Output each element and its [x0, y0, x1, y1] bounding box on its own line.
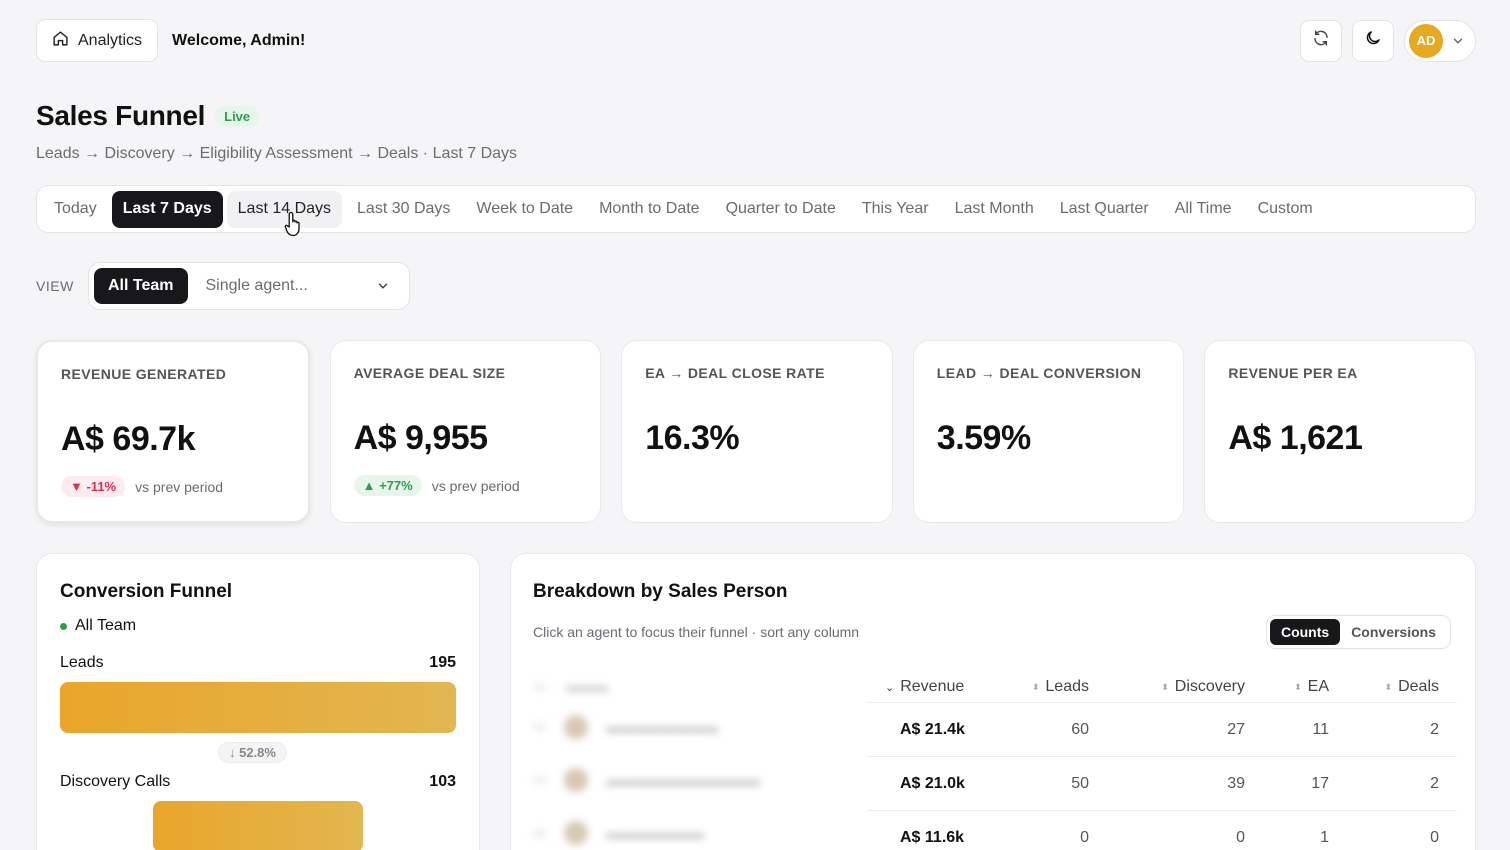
topbar: Analytics Welcome, Admin! AD — [36, 19, 1476, 62]
user-menu[interactable]: AD — [1404, 19, 1476, 62]
range-tab-this-year[interactable]: This Year — [851, 191, 940, 228]
kpi-value: A$ 9,955 — [353, 419, 489, 457]
kpi-card-lead-deal-conversion: LEAD → DEAL CONVERSION 3.59% — [912, 340, 1185, 523]
analytics-label: Analytics — [78, 31, 143, 49]
kpi-value: 16.3% — [645, 419, 740, 457]
col-revenue[interactable]: ⌄ Revenue — [867, 678, 977, 696]
page-title: Sales Funnel — [36, 100, 206, 131]
stage-name: Leads — [60, 654, 104, 671]
col-ea[interactable]: ⬍ EA — [1245, 678, 1329, 696]
kpi-card-ea-deal-close-rate: EA → DEAL CLOSE RATE 16.3% — [621, 340, 893, 523]
kpi-value: A$ 69.7k — [61, 420, 196, 458]
stage-value: 103 — [429, 773, 456, 790]
range-tab-today[interactable]: Today — [43, 191, 108, 228]
sort-icon: ⬍ — [1294, 681, 1302, 692]
toggle-conversions[interactable]: Conversions — [1340, 619, 1447, 645]
refresh-icon — [1312, 29, 1330, 52]
chevron-down-icon[interactable] — [376, 279, 390, 293]
refresh-button[interactable] — [1300, 19, 1342, 62]
theme-toggle-button[interactable] — [1352, 19, 1394, 62]
table-header: ⌄ Revenue ⬍ Leads ⬍ Discovery ⬍ EA ⬍ Deals — [867, 672, 1457, 702]
range-tab-all-time[interactable]: All Time — [1164, 191, 1243, 228]
blurred-agent-column: ▭ ▬▬▬ ▭ ▬▬▬▬▬▬▬▬ ▭ ▬▬▬▬▬▬▬▬▬▬▬ ▭ ▬▬▬▬▬▬▬ — [533, 672, 863, 850]
funnel-stage-discovery: Discovery Calls 103 — [60, 773, 456, 791]
delta-note: vs prev period — [431, 477, 520, 494]
view-selector: All Team Single agent... — [88, 262, 410, 310]
kpi-card-average-deal-size: AVERAGE DEAL SIZE A$ 9,955 ▲ +77% vs pre… — [329, 340, 602, 523]
range-tab-last-month[interactable]: Last Month — [944, 191, 1045, 228]
agent-row[interactable]: ▭ ▬▬▬▬▬▬▬▬▬▬▬ — [533, 753, 863, 806]
breakdown-card: Breakdown by Sales Person Click an agent… — [510, 553, 1476, 850]
kpi-row: REVENUE GENERATED A$ 69.7k ▼ -11% vs pre… — [36, 340, 1476, 523]
breakdown-table: ⌄ Revenue ⬍ Leads ⬍ Discovery ⬍ EA ⬍ Deals A$… — [867, 672, 1457, 850]
chevron-down-icon — [1451, 34, 1465, 48]
chevron-down-icon: ⌄ — [885, 681, 895, 694]
table-row[interactable]: A$ 11.6k 0 0 1 0 — [867, 810, 1457, 850]
col-leads[interactable]: ⬍ Leads — [977, 678, 1089, 696]
kpi-label: REVENUE PER EA — [1228, 365, 1358, 381]
sort-icon: ⬍ — [1161, 681, 1169, 692]
title-row: Sales Funnel Live — [36, 100, 260, 132]
sort-icon: ⬍ — [1384, 681, 1393, 692]
col-deals[interactable]: ⬍ Deals — [1329, 678, 1439, 696]
delta-pill: ▼ -11% — [61, 476, 126, 497]
kpi-card-revenue-generated: REVENUE GENERATED A$ 69.7k ▼ -11% vs pre… — [36, 340, 310, 523]
avatar: AD — [1409, 23, 1443, 58]
view-label: VIEW — [36, 278, 74, 294]
funnel-stage-leads: Leads 195 — [60, 654, 456, 672]
analytics-home-button[interactable]: Analytics — [36, 19, 159, 62]
kpi-label: AVERAGE DEAL SIZE — [353, 365, 506, 381]
date-range-tabs: Today Last 7 Days Last 14 Days Last 30 D… — [36, 185, 1476, 233]
kpi-delta: ▼ -11% vs prev period — [61, 476, 223, 497]
funnel-scope: All Team — [60, 617, 136, 635]
stage-name: Discovery Calls — [60, 773, 171, 790]
funnel-bar-discovery[interactable] — [153, 801, 363, 850]
drop-rate-pill: ↓ 52.8% — [218, 742, 287, 763]
hand-cursor-icon — [284, 211, 300, 237]
all-team-button[interactable]: All Team — [94, 268, 188, 304]
kpi-label: REVENUE GENERATED — [61, 366, 227, 382]
funnel-bar-leads[interactable] — [60, 682, 456, 733]
top-actions: AD — [1300, 19, 1476, 62]
breakdown-title: Breakdown by Sales Person — [533, 581, 788, 602]
live-badge: Live — [215, 105, 260, 127]
home-icon — [52, 30, 69, 52]
funnel-title: Conversion Funnel — [60, 581, 233, 602]
col-discovery[interactable]: ⬍ Discovery — [1089, 678, 1245, 696]
stage-value: 195 — [429, 654, 456, 671]
kpi-card-revenue-per-ea: REVENUE PER EA A$ 1,621 — [1204, 340, 1476, 523]
conversion-funnel-card: Conversion Funnel All Team Leads 195 ↓ 5… — [36, 553, 480, 850]
kpi-label: LEAD → DEAL CONVERSION — [936, 365, 1142, 381]
funnel-scope-label: All Team — [75, 617, 137, 634]
toggle-counts[interactable]: Counts — [1269, 619, 1341, 645]
kpi-delta: ▲ +77% vs prev period — [353, 475, 520, 496]
sort-icon: ⬍ — [1031, 681, 1040, 692]
kpi-value: 3.59% — [936, 419, 1031, 457]
range-tab-quarter-to-date[interactable]: Quarter to Date — [715, 191, 847, 228]
delta-note: vs prev period — [135, 478, 224, 495]
range-tab-month-to-date[interactable]: Month to Date — [588, 191, 711, 228]
single-agent-select[interactable]: Single agent... — [206, 277, 377, 295]
table-row[interactable]: A$ 21.0k 50 39 17 2 — [867, 756, 1457, 810]
range-tab-last-7-days[interactable]: Last 7 Days — [111, 190, 223, 228]
breakdown-subtitle: Click an agent to focus their funnel · s… — [533, 624, 860, 640]
agent-row[interactable]: ▭ ▬▬▬▬▬▬▬▬ — [533, 700, 863, 753]
status-dot-icon — [60, 622, 67, 630]
agent-row[interactable]: ▭ ▬▬▬▬▬▬▬ — [533, 806, 863, 850]
counts-conversions-toggle: Counts Conversions — [1265, 615, 1451, 649]
moon-icon — [1364, 29, 1382, 52]
kpi-value: A$ 1,621 — [1228, 419, 1363, 457]
welcome-text: Welcome, Admin! — [172, 31, 306, 49]
page-subtitle: Leads → Discovery → Eligibility Assessme… — [36, 145, 518, 162]
range-tab-custom[interactable]: Custom — [1247, 191, 1324, 228]
delta-pill: ▲ +77% — [353, 475, 422, 496]
kpi-label: EA → DEAL CLOSE RATE — [645, 365, 825, 381]
table-row[interactable]: A$ 21.4k 60 27 11 2 — [867, 702, 1457, 756]
range-tab-last-30-days[interactable]: Last 30 Days — [346, 191, 461, 228]
range-tab-last-quarter[interactable]: Last Quarter — [1049, 191, 1160, 228]
range-tab-week-to-date[interactable]: Week to Date — [465, 191, 584, 228]
